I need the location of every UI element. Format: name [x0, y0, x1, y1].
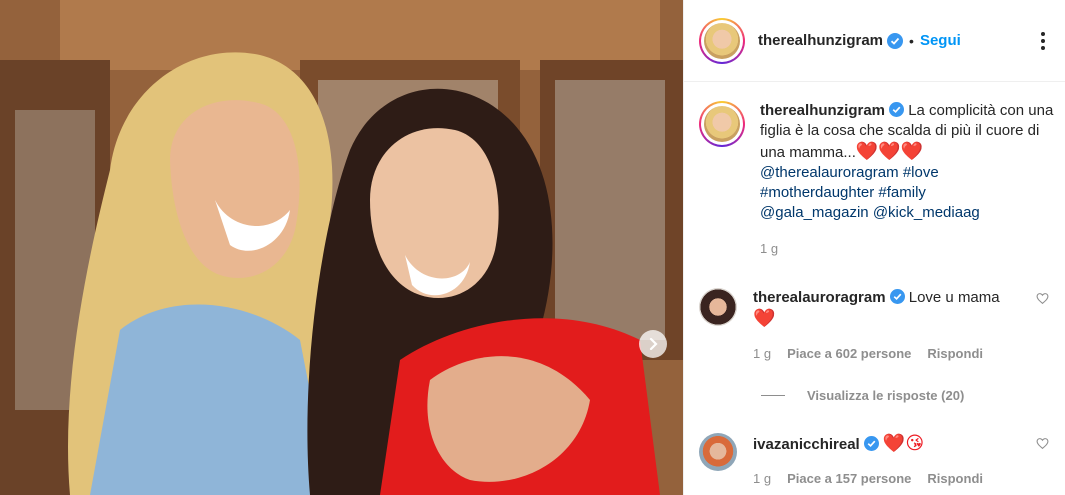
post-caption: therealhunzigram La complicità con una f…	[699, 101, 1054, 259]
avatar-image	[704, 106, 740, 142]
reply-button[interactable]: Rispondi	[927, 469, 983, 489]
caption-timestamp[interactable]: 1 g	[760, 241, 778, 256]
caption-mention[interactable]: @therealauroragram	[760, 164, 899, 181]
caption-author-avatar[interactable]	[699, 101, 745, 147]
author-username[interactable]: therealhunzigram	[758, 32, 883, 49]
commenter-username[interactable]: therealauroragram	[753, 289, 886, 306]
avatar-image	[704, 22, 740, 59]
view-replies[interactable]: Visualizza le risposte (20)	[761, 388, 964, 403]
caption-mention[interactable]: @gala_magazin	[760, 204, 869, 221]
caption-hashtag[interactable]: #motherdaughter	[760, 184, 874, 201]
post-header: therealhunzigram • Segui	[684, 0, 1065, 82]
comment-meta: 1 g Piace a 602 persone Rispondi	[753, 344, 1033, 364]
post-side-panel: therealhunzigram • Segui therealhunzigra…	[683, 0, 1065, 495]
caption-username[interactable]: therealhunzigram	[760, 102, 885, 119]
verified-badge-icon	[887, 32, 904, 49]
view-replies-label[interactable]: Visualizza le risposte (20)	[807, 388, 964, 403]
follow-button[interactable]: Segui	[920, 32, 961, 49]
comment-emoji: ❤️	[753, 308, 776, 328]
commenter-avatar[interactable]	[699, 288, 737, 326]
comment-likes[interactable]: Piace a 602 persone	[787, 344, 911, 364]
separator-dot: •	[909, 32, 914, 49]
comment-item: therealauroragram Love u mama ❤️ 1 g Pia…	[699, 288, 1054, 364]
comment-timestamp[interactable]: 1 g	[753, 469, 771, 489]
like-heart-icon[interactable]	[1036, 437, 1049, 450]
chevron-right-icon	[649, 338, 658, 350]
verified-badge-icon	[889, 102, 905, 117]
caption-hashtag[interactable]: #love	[903, 164, 939, 181]
like-heart-icon[interactable]	[1036, 292, 1049, 305]
comment-likes[interactable]: Piace a 157 persone	[787, 469, 911, 489]
commenter-avatar[interactable]	[699, 433, 737, 471]
verified-badge-icon	[863, 436, 879, 451]
comment-emoji: ❤️😘	[882, 433, 925, 453]
comment-item: ivazanicchireal ❤️😘 1 g Piace a 157 pers…	[699, 433, 1054, 489]
commenter-username[interactable]: ivazanicchireal	[753, 436, 860, 453]
divider-line	[761, 395, 785, 396]
reply-button[interactable]: Rispondi	[927, 344, 983, 364]
caption-emojis: ❤️❤️❤️	[855, 141, 924, 161]
comment-timestamp[interactable]: 1 g	[753, 344, 771, 364]
caption-hashtag[interactable]: #family	[878, 184, 926, 201]
more-options-icon[interactable]	[1037, 28, 1049, 54]
verified-badge-icon	[889, 289, 905, 304]
comment-meta: 1 g Piace a 157 persone Rispondi	[753, 469, 1033, 489]
next-photo-button[interactable]	[639, 330, 667, 358]
author-avatar[interactable]	[699, 17, 745, 64]
post-photo	[0, 0, 683, 495]
comment-text: Love u mama	[908, 289, 1000, 306]
caption-mention[interactable]: @kick_mediaag	[873, 204, 980, 221]
photo-illustration	[0, 0, 683, 495]
